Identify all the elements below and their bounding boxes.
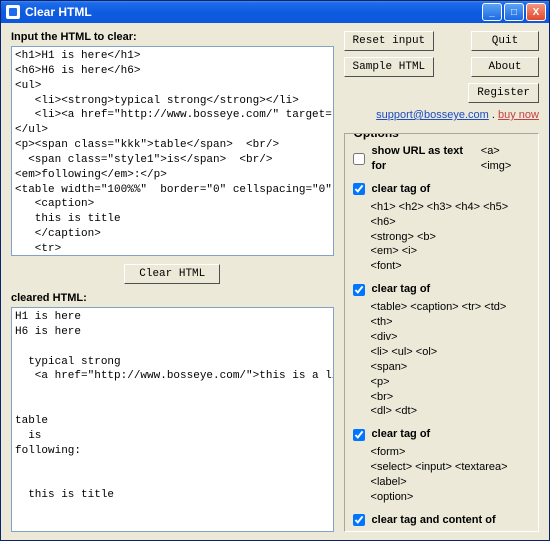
buy-now-link[interactable]: buy now: [498, 109, 539, 121]
checkbox-clear-form[interactable]: [353, 429, 365, 441]
left-panel: Input the HTML to clear: Clear HTML clea…: [11, 31, 334, 532]
app-icon: [6, 5, 20, 19]
output-html-textarea[interactable]: [11, 307, 334, 532]
input-label: Input the HTML to clear:: [11, 31, 334, 43]
checkbox-show-url[interactable]: [353, 153, 365, 165]
titlebar: Clear HTML _ □ X: [1, 1, 549, 23]
input-html-textarea[interactable]: [11, 46, 334, 256]
opt-clear-headings: clear tag of <h1> <h2> <h3> <h4> <h5> <h…: [353, 182, 530, 274]
close-button[interactable]: X: [526, 3, 546, 21]
button-row-3: Register: [344, 83, 539, 103]
right-panel: Reset input Quit Sample HTML About Regis…: [344, 31, 539, 532]
app-window: Clear HTML _ □ X Input the HTML to clear…: [0, 0, 550, 541]
output-label: cleared HTML:: [11, 292, 334, 304]
checkbox-clear-script[interactable]: [353, 514, 365, 526]
button-row-1: Reset input Quit: [344, 31, 539, 51]
sample-html-button[interactable]: Sample HTML: [344, 57, 435, 77]
opt-clear-form: clear tag of <form> <select> <input> <te…: [353, 427, 530, 505]
checkbox-clear-headings[interactable]: [353, 183, 365, 195]
support-link[interactable]: support@bosseye.com: [376, 109, 489, 121]
options-group: Options show URL as text for <a> <img> c…: [344, 133, 539, 532]
maximize-button[interactable]: □: [504, 3, 524, 21]
client-area: Input the HTML to clear: Clear HTML clea…: [1, 23, 549, 540]
minimize-button[interactable]: _: [482, 3, 502, 21]
options-label: Options: [351, 133, 402, 140]
about-button[interactable]: About: [471, 57, 539, 77]
window-title: Clear HTML: [25, 5, 482, 19]
opt-clear-table: clear tag of <table> <caption> <tr> <td>…: [353, 282, 530, 419]
clear-button-row: Clear HTML: [11, 256, 334, 292]
checkbox-clear-table[interactable]: [353, 284, 365, 296]
reset-input-button[interactable]: Reset input: [344, 31, 435, 51]
support-row: support@bosseye.com . buy now: [344, 109, 539, 121]
opt-show-url: show URL as text for <a> <img>: [353, 144, 530, 174]
register-button[interactable]: Register: [468, 83, 539, 103]
button-row-2: Sample HTML About: [344, 57, 539, 77]
opt-clear-script: clear tag and content of <script> <style…: [353, 513, 530, 532]
clear-html-button[interactable]: Clear HTML: [124, 264, 220, 284]
window-buttons: _ □ X: [482, 3, 546, 21]
quit-button[interactable]: Quit: [471, 31, 539, 51]
